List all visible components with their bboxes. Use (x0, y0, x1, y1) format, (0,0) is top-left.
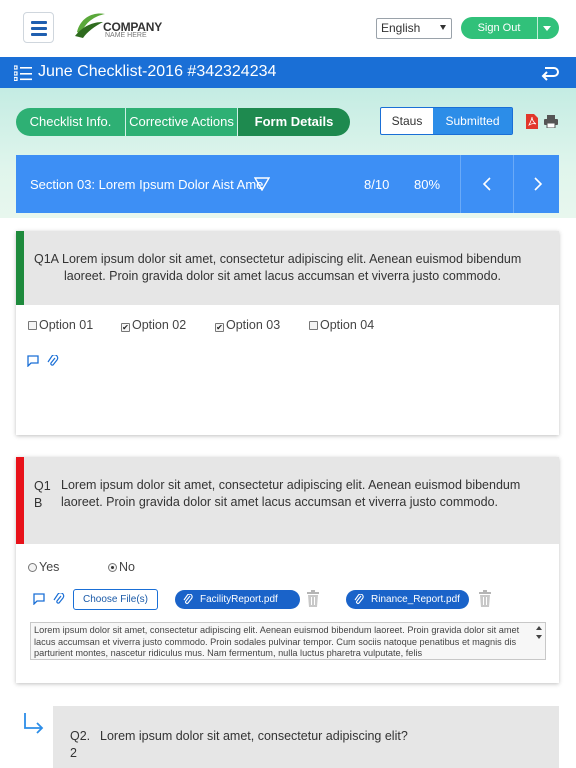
question-accent-bar (16, 457, 24, 544)
question-number-line2: B (34, 496, 43, 510)
question-number-line1: Q2. (70, 729, 91, 743)
option-01[interactable]: Option 01 (28, 318, 93, 332)
menu-icon (31, 21, 47, 24)
previous-section-button[interactable] (460, 155, 513, 213)
signout-label: Sign Out (477, 22, 521, 34)
checkbox[interactable] (309, 321, 318, 330)
logo-tagline: NAME HERE (105, 32, 147, 39)
page-title: June Checklist-2016 #342324234 (38, 63, 277, 80)
menu-icon-bar (31, 33, 47, 36)
radio-label: No (119, 560, 135, 574)
attach-icon[interactable] (53, 593, 65, 605)
question-number: Q1 B (34, 478, 51, 512)
section-percent: 80% (414, 177, 441, 192)
question-number-line1: Q1 (34, 479, 51, 493)
next-section-button[interactable] (513, 155, 559, 213)
checkbox-checked[interactable]: ✔ (215, 323, 224, 332)
section-header[interactable]: Section 03: Lorem Ipsum Dolor Aist Ame 8… (16, 155, 559, 213)
title-bar: June Checklist-2016 #342324234 (0, 57, 576, 88)
tab-bar: Checklist Info. Corrective Actions Form … (16, 108, 350, 136)
question-header: Q1 B Lorem ipsum dolor sit amet, consect… (16, 457, 559, 544)
option-04[interactable]: Option 04 (309, 318, 374, 332)
checkbox-checked[interactable]: ✔ (121, 323, 130, 332)
question-text: Lorem ipsum dolor sit amet, consectetur … (61, 478, 521, 509)
pdf-icon[interactable] (526, 114, 538, 129)
notes-textarea[interactable]: Lorem ipsum dolor sit amet, consectetur … (30, 622, 546, 660)
trash-icon[interactable] (478, 590, 492, 607)
notes-text: Lorem ipsum dolor sit amet, consectetur … (34, 625, 520, 658)
question-text: Lorem ipsum dolor sit amet, consectetur … (62, 251, 534, 285)
subquestion-arrow-icon (24, 713, 44, 734)
option-label: Option 02 (132, 318, 187, 332)
question-number: Q2. 2 (70, 728, 90, 762)
question-card: Q2. 2 Lorem ipsum dolor sit amet, consec… (53, 706, 559, 768)
attach-icon (354, 594, 364, 604)
company-logo: COMPANY NAME HERE (73, 10, 183, 44)
language-value: English (381, 21, 421, 35)
chevron-left-icon (482, 177, 491, 191)
question-card: Q1A Lorem ipsum dolor sit amet, consecte… (16, 231, 559, 435)
trash-icon[interactable] (306, 590, 320, 607)
checkbox[interactable] (28, 321, 37, 330)
split-divider (537, 17, 538, 39)
option-label: Option 04 (320, 318, 375, 332)
option-02[interactable]: ✔ Option 02 (121, 318, 186, 332)
section-count: 8/10 (364, 177, 390, 192)
question-text-content: Lorem ipsum dolor sit amet, consectetur … (62, 252, 522, 283)
menu-icon-bar (31, 27, 47, 30)
question-number-line2: 2 (70, 746, 77, 760)
question-number: Q1A (34, 252, 60, 266)
checklist-icon (14, 65, 32, 81)
file-name: Rinance_Report.pdf (371, 594, 460, 605)
choose-files-button[interactable]: Choose File(s) (73, 589, 158, 610)
comment-icon[interactable] (27, 355, 39, 367)
radio-yes[interactable]: Yes (28, 560, 59, 574)
option-label: Option 03 (226, 318, 281, 332)
attach-icon[interactable] (47, 355, 59, 367)
back-icon[interactable] (540, 63, 560, 83)
section-name: Section 03: Lorem Ipsum Dolor Aist Ame (30, 177, 264, 192)
tab-corrective-actions[interactable]: Corrective Actions (126, 108, 237, 136)
menu-button[interactable] (23, 12, 54, 43)
option-03[interactable]: ✔ Option 03 (215, 318, 280, 332)
status-badge: Staus Submitted (380, 107, 513, 135)
status-value: Submitted (433, 108, 512, 134)
file-chip[interactable]: FacilityReport.pdf (175, 590, 300, 609)
top-header: COMPANY NAME HERE English Sign Out (0, 0, 576, 57)
comment-icon[interactable] (33, 593, 45, 605)
chevron-right-icon (534, 177, 543, 191)
radio-no[interactable]: No (108, 560, 135, 574)
logo-swoosh-icon (75, 13, 105, 38)
tab-form-details[interactable]: Form Details (238, 108, 350, 136)
dropdown-caret-icon (440, 25, 446, 30)
question-text: Lorem ipsum dolor sit amet, consectetur … (100, 729, 408, 743)
question-accent-bar (16, 231, 24, 305)
signout-button[interactable]: Sign Out (461, 17, 559, 39)
signout-dropdown-icon[interactable] (543, 26, 551, 31)
print-icon[interactable] (544, 115, 558, 128)
language-select[interactable]: English (376, 18, 452, 39)
radio-label: Yes (39, 560, 60, 574)
tab-checklist-info[interactable]: Checklist Info. (16, 108, 125, 136)
option-label: Option 01 (39, 318, 94, 332)
radio-button-selected[interactable] (108, 563, 117, 572)
radio-button[interactable] (28, 563, 37, 572)
scrollbar[interactable] (535, 625, 543, 657)
status-label: Staus (391, 114, 423, 128)
question-header: Q1A Lorem ipsum dolor sit amet, consecte… (16, 231, 559, 305)
attach-icon (183, 594, 193, 604)
file-chip[interactable]: Rinance_Report.pdf (346, 590, 469, 609)
section-dropdown-icon[interactable] (254, 177, 270, 191)
file-name: FacilityReport.pdf (200, 594, 278, 605)
